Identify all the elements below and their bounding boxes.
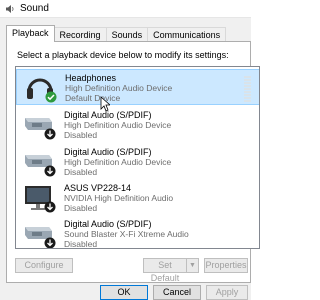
disabled-arrow-icon <box>44 237 56 248</box>
device-name: ASUS VP228-14 <box>64 183 132 193</box>
device-description: High Definition Audio Device <box>65 83 173 93</box>
cancel-button[interactable]: Cancel <box>153 285 201 300</box>
device-state: Disabled <box>64 239 98 249</box>
digital-audio-icon <box>22 110 56 140</box>
device-state: Disabled <box>64 167 98 177</box>
tab-playback[interactable]: Playback <box>6 25 55 42</box>
device-state: Disabled <box>64 130 98 140</box>
tab-sounds[interactable]: Sounds <box>105 27 149 41</box>
monitor-icon <box>22 183 56 213</box>
ok-button[interactable]: OK <box>100 285 148 300</box>
default-check-icon <box>45 91 57 103</box>
volume-level-meter <box>244 76 251 104</box>
device-description: High Definition Audio Device <box>64 157 172 167</box>
device-description: NVIDIA High Definition Audio <box>64 193 174 203</box>
apply-button[interactable]: Apply <box>206 285 248 300</box>
device-state: Disabled <box>64 203 98 213</box>
set-default-label: Set Default <box>150 260 180 283</box>
chevron-down-icon[interactable]: ▼ <box>186 259 198 272</box>
set-default-button[interactable]: Set Default ▼ <box>143 258 199 283</box>
device-name: Headphones <box>65 73 117 83</box>
window-title: Sound <box>20 3 49 14</box>
properties-button[interactable]: Properties <box>204 258 248 273</box>
device-list[interactable]: Headphones High Definition Audio Device … <box>15 66 260 249</box>
device-item-digital-audio-1[interactable]: Digital Audio (S/PDIF) High Definition A… <box>16 107 259 143</box>
device-name: Digital Audio (S/PDIF) <box>64 219 152 229</box>
mouse-cursor-icon <box>100 96 110 112</box>
tab-communications[interactable]: Communications <box>147 27 227 41</box>
device-item-headphones[interactable]: Headphones High Definition Audio Device … <box>16 69 259 105</box>
device-item-digital-audio-3[interactable]: Digital Audio (S/PDIF) Sound Blaster X-F… <box>16 216 259 249</box>
digital-audio-icon <box>22 147 56 177</box>
device-item-asus-monitor[interactable]: ASUS VP228-14 NVIDIA High Definition Aud… <box>16 180 259 216</box>
speaker-icon <box>6 5 14 13</box>
title-bar: Sound <box>0 0 251 18</box>
device-description: High Definition Audio Device <box>64 120 172 130</box>
configure-button[interactable]: Configure <box>15 258 73 273</box>
dialog-body: Playback Recording Sounds Communications… <box>0 18 260 300</box>
disabled-arrow-icon <box>44 201 56 213</box>
playback-panel: Select a playback device below to modify… <box>6 41 260 283</box>
tab-recording[interactable]: Recording <box>53 27 107 41</box>
disabled-arrow-icon <box>44 165 56 177</box>
tab-strip: Playback Recording Sounds Communications <box>6 25 227 42</box>
device-name: Digital Audio (S/PDIF) <box>64 147 152 157</box>
instruction-text: Select a playback device below to modify… <box>17 50 229 60</box>
device-item-digital-audio-2[interactable]: Digital Audio (S/PDIF) High Definition A… <box>16 144 259 180</box>
digital-audio-icon <box>22 219 56 248</box>
disabled-arrow-icon <box>44 128 56 140</box>
device-state: Default Device <box>65 93 121 103</box>
headphones-icon <box>23 73 57 103</box>
device-description: Sound Blaster X-Fi Xtreme Audio <box>64 229 189 239</box>
